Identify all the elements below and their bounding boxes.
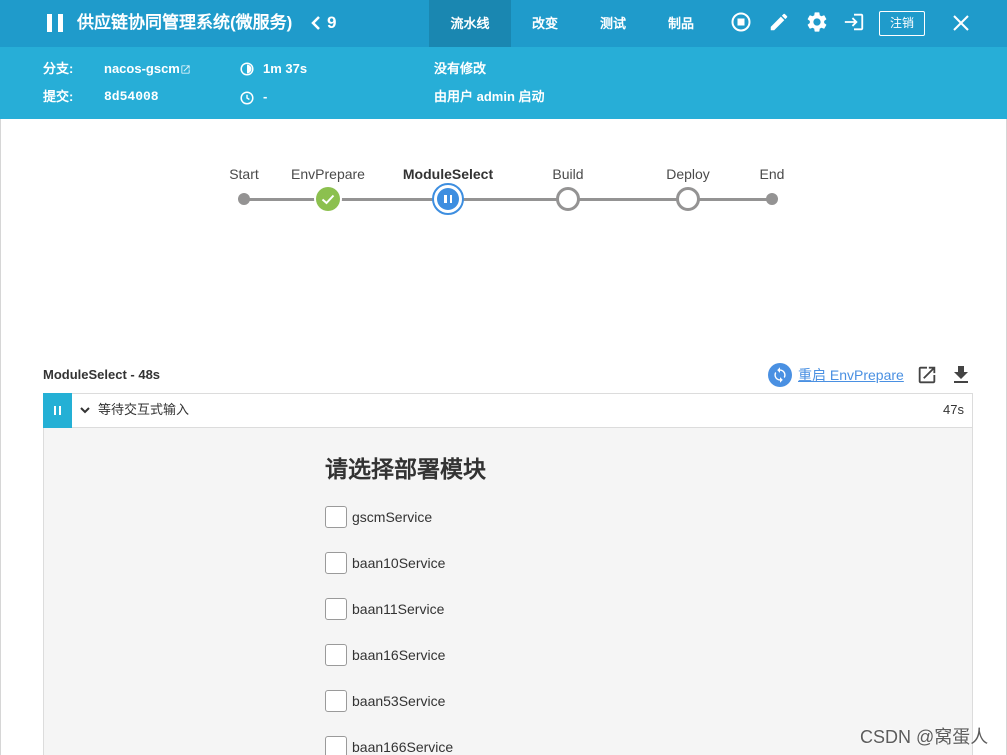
pause-icon[interactable]: [47, 14, 64, 32]
input-heading: 请选择部署模块: [325, 456, 486, 482]
stage-label-build[interactable]: Build: [508, 164, 628, 184]
pipeline-title[interactable]: 供应链协同管理系统(微服务): [77, 12, 292, 34]
step-label: 等待交互式输入: [98, 402, 190, 417]
checkbox-baan53service[interactable]: [325, 690, 347, 712]
not-built-icon[interactable]: [676, 187, 700, 211]
pencil-icon[interactable]: [768, 11, 790, 33]
checkbox-baan11service[interactable]: [325, 598, 347, 620]
commit-label: 提交:: [43, 89, 74, 104]
run-end-time: -: [263, 89, 268, 104]
chevron-left-icon[interactable]: [311, 15, 321, 31]
tab-tests[interactable]: 测试: [579, 0, 647, 47]
not-built-icon[interactable]: [556, 187, 580, 211]
checkbox-label[interactable]: baan166Service: [352, 737, 453, 755]
checkbox-baan16service[interactable]: [325, 644, 347, 666]
started-by: 由用户 admin 启动: [434, 89, 545, 104]
commit-hash[interactable]: 8d54008: [104, 87, 159, 107]
stop-circle-icon[interactable]: [731, 12, 751, 32]
stage-label-moduleselect[interactable]: ModuleSelect: [388, 164, 508, 184]
success-check-icon[interactable]: [316, 187, 340, 211]
stage-label-end: End: [759, 166, 785, 182]
tab-artifacts[interactable]: 制品: [647, 0, 715, 47]
checkbox-label[interactable]: baan53Service: [352, 691, 445, 711]
run-info-band: 分支: nacos-gscm 提交: 8d54008 1m 37s - 没有修改…: [0, 47, 1007, 119]
run-number: 9: [327, 13, 337, 32]
gear-icon[interactable]: [805, 10, 829, 34]
input-panel: 请选择部署模块 gscmService baan10Service baan11…: [43, 428, 973, 755]
tab-changes[interactable]: 改变: [511, 0, 579, 47]
restart-stage-link[interactable]: 重启 EnvPrepare: [798, 365, 904, 385]
checkbox-label[interactable]: gscmService: [352, 507, 432, 527]
download-icon[interactable]: [949, 363, 973, 387]
checkbox-label[interactable]: baan11Service: [352, 599, 444, 619]
checkbox-label[interactable]: baan10Service: [352, 553, 445, 573]
external-link-icon[interactable]: [180, 64, 191, 75]
step-duration: 47s: [943, 402, 964, 417]
paused-icon[interactable]: [432, 183, 464, 215]
step-paused-icon: [43, 393, 72, 428]
header-bar: 供应链协同管理系统(微服务) 9 流水线 改变 测试 制品 注销: [0, 0, 1007, 47]
logout-button[interactable]: 注销: [879, 11, 925, 36]
close-icon[interactable]: [953, 15, 969, 31]
timer-icon: [240, 62, 254, 76]
end-dot-icon: [766, 193, 778, 205]
checkbox-baan10service[interactable]: [325, 552, 347, 574]
checkbox-baan166service[interactable]: [325, 736, 347, 755]
checkbox-label[interactable]: baan16Service: [352, 645, 445, 665]
tab-pipeline[interactable]: 流水线: [429, 0, 511, 47]
clock-icon: [240, 91, 254, 105]
sign-in-icon[interactable]: [843, 11, 865, 33]
refresh-icon[interactable]: [768, 363, 792, 387]
open-in-new-icon[interactable]: [916, 364, 938, 386]
watermark: CSDN @窝蛋人: [860, 727, 989, 747]
checkbox-gscmservice[interactable]: [325, 506, 347, 528]
run-duration: 1m 37s: [263, 61, 308, 76]
stage-label-envprepare[interactable]: EnvPrepare: [268, 164, 388, 184]
start-dot-icon: [238, 193, 250, 205]
chevron-down-icon[interactable]: [80, 407, 90, 414]
changes-summary: 没有修改: [434, 61, 487, 76]
step-row[interactable]: 等待交互式输入 47s: [43, 393, 973, 428]
step-section-title: ModuleSelect - 48s: [43, 367, 161, 382]
branch-name[interactable]: nacos-gscm: [104, 59, 180, 79]
branch-label: 分支:: [43, 61, 74, 76]
